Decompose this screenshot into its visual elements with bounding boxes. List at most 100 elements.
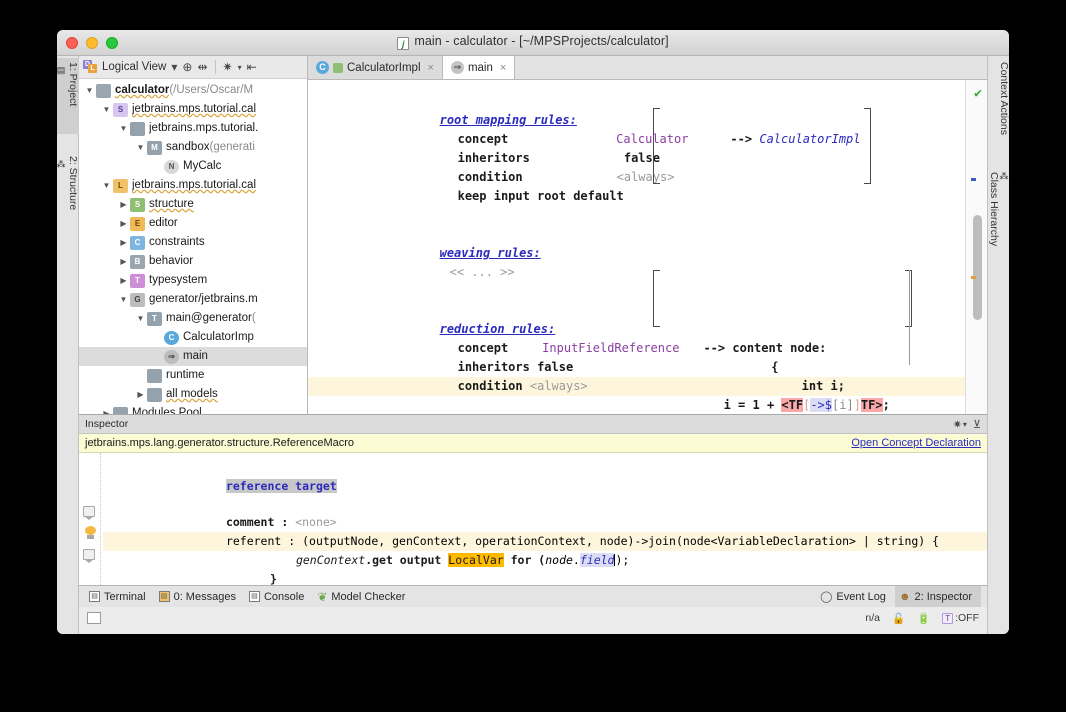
typesystem-aspect-icon: T [130,274,145,288]
chevron-down-icon[interactable]: ▼ [117,290,130,309]
chevron-down-icon[interactable]: ▼ [100,176,113,195]
localvar-selection[interactable]: LocalVar [448,553,503,567]
tree-node-all-models[interactable]: ▶ all models [79,385,307,404]
inspector-tag-line[interactable]: reference target [103,453,987,475]
hide-panel-icon[interactable]: ⊻ [973,418,981,431]
tree-node-jetbrains-mps-tutorial-cal[interactable]: ▼Sjetbrains.mps.tutorial.cal [79,100,307,119]
tree-node-generator-jetbrains-m[interactable]: ▼Ggenerator/jetbrains.m [79,290,307,309]
folder-icon [113,407,128,415]
tree-node-typesystem[interactable]: ▶Ttypesystem [79,271,307,290]
reference-target-tag[interactable]: reference target [226,479,337,493]
tree-node-behavior[interactable]: ▶Bbehavior [79,252,307,271]
editor-scrollbar[interactable] [973,215,982,320]
tree-node-label: MyCalc [183,157,221,176]
chevron-right-icon[interactable]: ▶ [117,271,130,290]
tree-node-jetbrains-mps-tutorial[interactable]: ▼jetbrains.mps.tutorial. [79,119,307,138]
chevron-right-icon[interactable]: ▶ [117,214,130,233]
collapse-all-icon[interactable]: ⇹ [197,60,207,74]
settings-gear-icon[interactable]: ✷ [953,418,962,431]
template-model-icon: T [147,312,162,326]
chevron-right-icon[interactable]: ▶ [134,385,147,404]
chevron-right-icon[interactable]: ▶ [117,252,130,271]
sidebar-tab-context-actions-label: Context Actions [998,62,1009,135]
console-icon: ▤ [249,591,260,602]
tree-node-editor[interactable]: ▶Eeditor [79,214,307,233]
tool-button-messages[interactable]: ▤ 0: Messages [155,586,245,607]
tree-node-calculator[interactable]: ▼calculator (/Users/Oscar/M [79,81,307,100]
tree-node-constraints[interactable]: ▶Cconstraints [79,233,307,252]
chevron-down-icon[interactable]: ▼ [100,100,113,119]
tool-button-inspector[interactable]: ☻ 2: Inspector [895,586,981,607]
tf-open-marker[interactable]: <TF [781,398,803,412]
chevron-down-icon[interactable]: ▼ [134,309,147,328]
sidebar-tab-structure-label: 2: Structure [67,156,79,210]
structure-icon: ⁂ [57,160,67,234]
sidebar-tab-project-label: 1: Project [67,62,79,106]
intention-bulb-icon[interactable] [85,526,96,538]
concept-fqn-label: jetbrains.mps.lang.generator.structure.R… [85,437,354,449]
title-bar: jmain - calculator - [~/MPSProjects/calc… [57,30,1009,56]
chevron-down-icon[interactable]: ▼ [134,138,147,157]
chevron-right-icon[interactable]: ▶ [100,404,113,414]
project-tree[interactable]: ▼calculator (/Users/Oscar/M▼Sjetbrains.m… [79,79,307,414]
tree-node-runtime[interactable]: runtime [79,366,307,385]
editor-tab-calculatorimpl[interactable]: C CalculatorImpl × [308,56,443,79]
view-selector-label[interactable]: Logical View [102,61,166,73]
tree-node-label: sandbox [166,138,209,157]
scope-target-icon[interactable]: ⊕ [182,60,192,74]
tree-node-sandbox[interactable]: ▼Msandbox (generati [79,138,307,157]
analysis-ok-checkmark: ✔ [974,86,982,101]
tree-node-label: editor [149,214,178,233]
tool-button-console[interactable]: ▤ Console [245,586,313,607]
tree-node-label: behavior [149,252,193,271]
power-save-icon[interactable]: 🔋 [917,612,930,625]
tool-button-label: Model Checker [331,591,405,603]
tree-node-jetbrains-mps-tutorial-cal[interactable]: ▼Ljetbrains.mps.tutorial.cal [79,176,307,195]
solution-icon: S [113,103,128,117]
open-concept-declaration-link[interactable]: Open Concept Declaration [851,437,981,449]
tool-button-label: Console [264,591,304,603]
lock-unlocked-icon[interactable]: 🔓 [892,612,905,625]
fold-handle-icon[interactable] [83,506,95,517]
hide-panel-icon[interactable]: ⇤ [247,60,257,74]
chevron-down-icon[interactable]: ▼ [117,119,130,138]
tree-node-label: jetbrains.mps.tutorial.cal [132,176,256,195]
encoding-toggle[interactable]: T:OFF [942,612,979,624]
close-icon[interactable]: × [428,62,434,74]
tree-node-main[interactable]: ⇒main [79,347,307,366]
chevron-down-icon[interactable]: ▾ [171,60,177,74]
tf-close-marker[interactable]: TF> [861,398,883,412]
chevron-right-icon[interactable]: ▶ [117,195,130,214]
project-panel: DL Logical View ▾ ⊕ ⇹ ✷ ▾ ⇤ ▼calculator … [79,56,308,414]
chevron-down-icon[interactable]: ▾ [963,420,967,429]
field-reference[interactable]: field [580,553,615,567]
reference-macro-marker[interactable]: ->$ [810,398,832,412]
editor-right-gutter[interactable]: ✔ [965,80,987,414]
tree-node-calculatorimp[interactable]: CCalculatorImp [79,328,307,347]
sidebar-tab-project[interactable]: 1: Project ▤ [57,58,79,134]
tree-node-modules-pool[interactable]: ▶Modules Pool [79,404,307,414]
tool-button-model-checker[interactable]: ❦ Model Checker [313,586,414,607]
toggle-sidebar-icon[interactable] [87,612,101,624]
tree-node-label: all models [166,385,218,404]
tree-node-structure[interactable]: ▶Sstructure [79,195,307,214]
tree-node-main-generator[interactable]: ▼Tmain@generator ( [79,309,307,328]
editor-canvas[interactable]: root mapping rules: conceptCalculator-->… [308,80,987,414]
chevron-down-icon[interactable]: ▼ [83,81,96,100]
chevron-down-icon[interactable]: ▾ [238,63,242,72]
tree-node-path: (/Users/Oscar/M [169,81,253,100]
tool-button-terminal[interactable]: ▤ Terminal [85,586,155,607]
inspector-editor[interactable]: reference target comment : <none> refere… [79,453,987,585]
sidebar-tab-class-hierarchy[interactable]: ⁂ Class Hierarchy [988,168,1009,272]
chevron-right-icon[interactable]: ▶ [117,233,130,252]
settings-gear-icon[interactable]: ✷ [223,60,233,74]
sidebar-tab-context-actions[interactable]: Context Actions [988,58,1009,154]
mapping-config-icon: ⇒ [164,350,179,364]
tree-node-mycalc[interactable]: NMyCalc [79,157,307,176]
close-icon[interactable]: × [500,62,506,74]
tool-button-event-log[interactable]: ◯ Event Log [816,586,895,607]
editor-tab-main[interactable]: ⇒ main × [443,56,515,79]
sidebar-tab-structure[interactable]: 2: Structure ⁂ [57,152,79,238]
status-position: n/a [865,612,880,624]
fold-handle-icon[interactable] [83,549,95,560]
